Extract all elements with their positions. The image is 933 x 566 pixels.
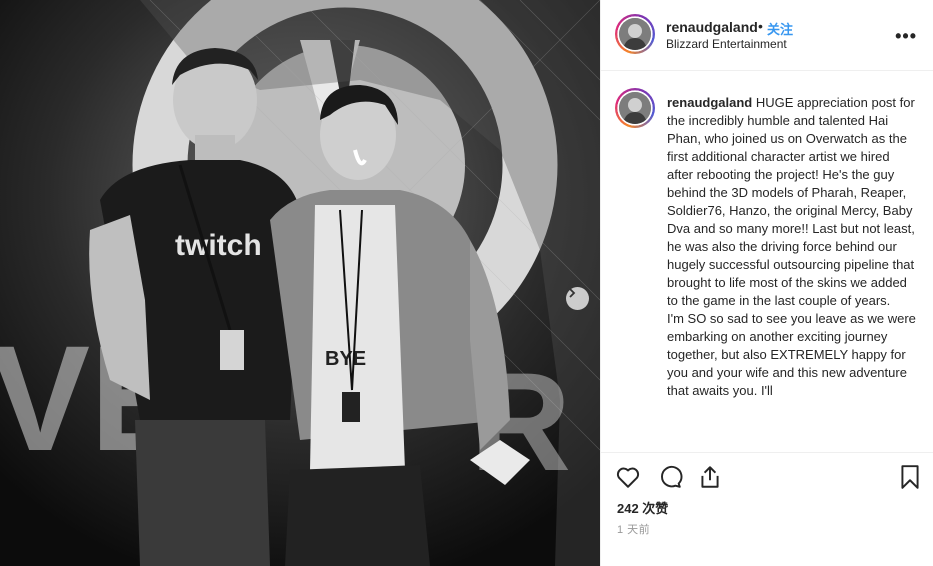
like-button[interactable] (615, 464, 641, 490)
post-details-panel: renaudgaland • 关注 Blizzard Entertainment… (600, 0, 933, 566)
heart-icon (616, 467, 640, 488)
caption-username-link[interactable]: renaudgaland (667, 95, 752, 110)
avatar-image (619, 92, 651, 124)
bookmark-icon (901, 465, 919, 489)
post-photo[interactable]: VE R twitch BYE (0, 0, 600, 566)
photo-illustration: VE R twitch BYE (0, 0, 600, 566)
action-bar: 242 次赞 1 天前 (601, 452, 933, 566)
avatar[interactable] (615, 14, 655, 54)
chevron-right-icon (569, 288, 576, 298)
post-timestamp[interactable]: 1 天前 (617, 521, 650, 537)
more-options-button[interactable]: ••• (895, 26, 917, 47)
next-photo-button[interactable] (566, 287, 589, 310)
caption-body: HUGE appreciation post for the incredibl… (667, 95, 916, 398)
caption-text: renaudgaland HUGE appreciation post for … (667, 94, 917, 400)
username-link[interactable]: renaudgaland (666, 19, 758, 35)
separator-dot: • (758, 18, 763, 34)
follow-button[interactable]: 关注 (767, 19, 793, 38)
post-header: renaudgaland • 关注 Blizzard Entertainment… (601, 0, 933, 71)
share-icon (701, 466, 719, 488)
avatar-image (619, 18, 651, 50)
save-button[interactable] (897, 464, 923, 490)
tee-text: BYE (325, 348, 366, 370)
share-button[interactable] (697, 464, 723, 490)
shirt-logo: twitch (175, 229, 262, 262)
comment-button[interactable] (657, 464, 683, 490)
comment-icon (661, 465, 683, 488)
caption-avatar[interactable] (615, 88, 655, 128)
caption-area[interactable]: renaudgaland HUGE appreciation post for … (601, 72, 933, 452)
like-count[interactable]: 242 次赞 (617, 498, 668, 517)
location-link[interactable]: Blizzard Entertainment (666, 37, 787, 51)
more-icon: ••• (895, 26, 917, 46)
